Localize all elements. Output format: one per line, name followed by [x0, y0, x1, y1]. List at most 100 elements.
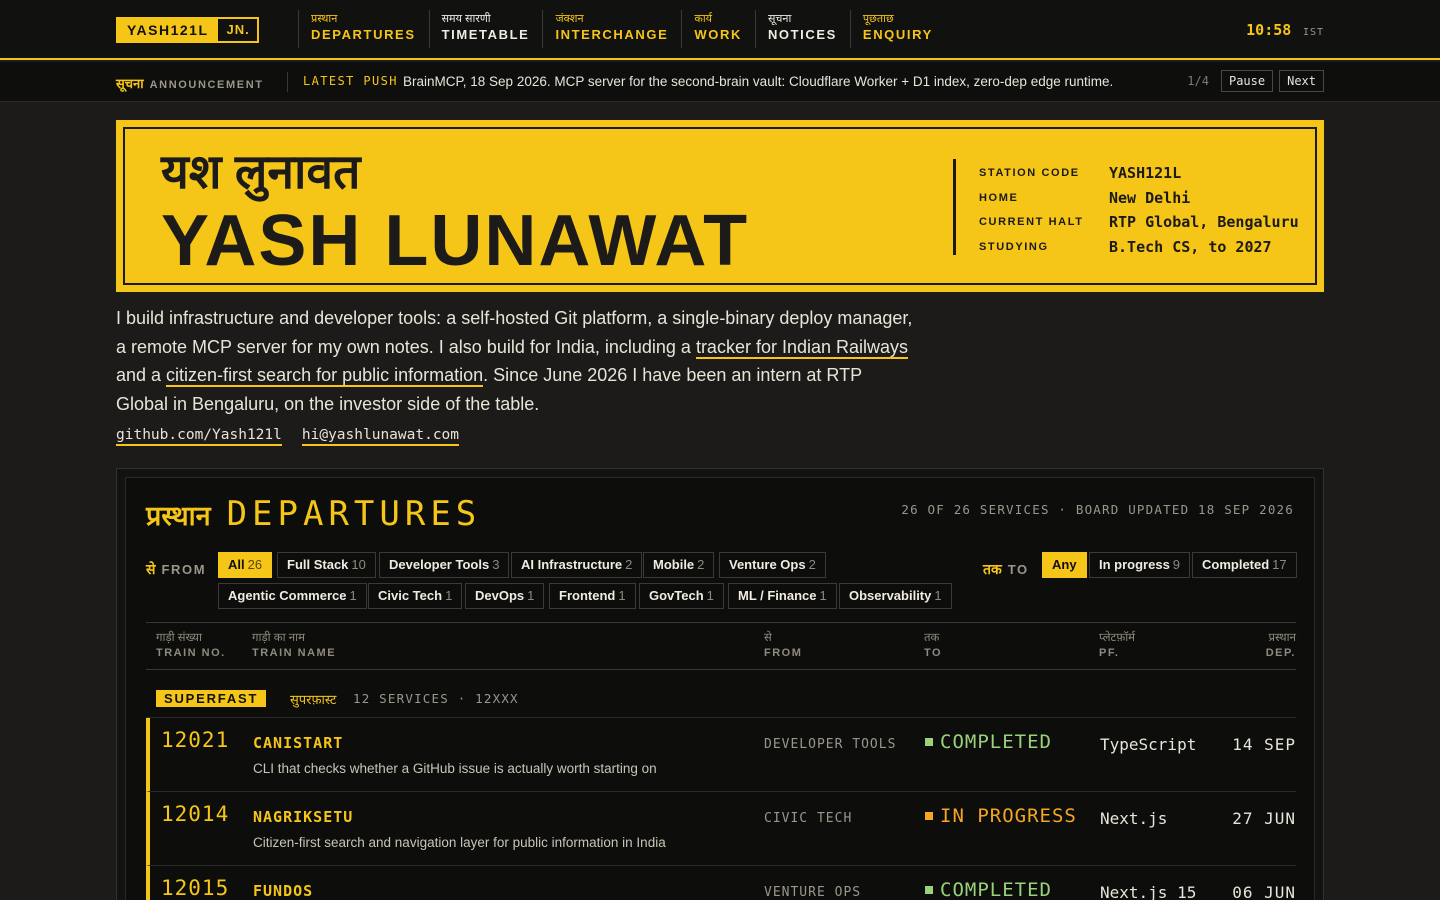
- status-indicator-icon: [925, 738, 933, 746]
- filter-ai-infrastructure[interactable]: AI Infrastructure 2: [511, 552, 643, 578]
- filter-developer-tools[interactable]: Developer Tools 3: [379, 552, 510, 578]
- clock: 10:58 IST: [1246, 20, 1324, 39]
- filter-full-stack[interactable]: Full Stack 10: [277, 552, 376, 578]
- main-nav: प्रस्थान DEPARTURES समय सारणी TIMETABLE …: [298, 10, 946, 48]
- filter-civic-tech[interactable]: Civic Tech 1: [368, 583, 463, 609]
- email-link[interactable]: hi@yashlunawat.com: [301, 427, 460, 446]
- board-status: 26 OF 26 SERVICES · BOARD UPDATED 18 SEP…: [901, 502, 1294, 517]
- hero-frame: यश लुनावत YASH LUNAWAT STATION CODE YASH…: [123, 127, 1317, 285]
- brand-name: YASH121L: [118, 19, 218, 41]
- train-no: 12015: [161, 876, 230, 900]
- meta-value: New Delhi: [1109, 188, 1191, 207]
- section-badge: SUPERFAST: [156, 690, 267, 707]
- col-label-hi: गाड़ी संख्या: [156, 632, 202, 644]
- name-hindi: यश लुनावत: [161, 146, 361, 199]
- meta-station-code: STATION CODE YASH121L: [979, 161, 1299, 186]
- nav-label: ENQUIRY: [862, 27, 933, 42]
- chip-count: 1: [934, 588, 942, 603]
- col-label: TRAIN NAME: [252, 647, 337, 659]
- chip-count: 2: [697, 557, 705, 572]
- hero-divider: [953, 159, 956, 255]
- announcement-bar: सूचना ANNOUNCEMENT LATEST PUSH BrainMCP, …: [0, 62, 1440, 102]
- filter-mobile[interactable]: Mobile 2: [643, 552, 715, 578]
- brand-logo[interactable]: YASH121L JN.: [116, 17, 259, 43]
- pause-button[interactable]: Pause: [1220, 70, 1274, 92]
- col-to: तक TO: [924, 631, 942, 661]
- nav-timetable[interactable]: समय सारणी TIMETABLE: [428, 10, 543, 48]
- chip-label: Frontend: [559, 588, 616, 603]
- train-name: CANISTART: [253, 734, 344, 752]
- col-label-hi: गाड़ी का नाम: [252, 632, 306, 644]
- chip-count: 1: [819, 588, 827, 603]
- nav-label: DEPARTURES: [311, 27, 416, 42]
- col-train-no: गाड़ी संख्या TRAIN NO.: [156, 631, 226, 661]
- chip-label: In progress: [1099, 557, 1170, 572]
- meta-key: STATION CODE: [979, 167, 1080, 180]
- train-name: NAGRIKSETU: [253, 808, 354, 826]
- train-no: 12021: [161, 728, 230, 752]
- hero-sign: यश लुनावत YASH LUNAWAT STATION CODE YASH…: [116, 120, 1324, 292]
- filter-all[interactable]: All 26: [218, 552, 273, 578]
- station-meta: STATION CODE YASH121L HOME New Delhi CUR…: [979, 161, 1299, 259]
- col-label-hi: तक: [924, 632, 940, 644]
- table-row[interactable]: 12021 CANISTART CLI that checks whether …: [146, 718, 1296, 792]
- top-nav: YASH121L JN. प्रस्थान DEPARTURES समय सार…: [0, 0, 1440, 60]
- announcement-label-en: ANNOUNCEMENT: [149, 79, 264, 91]
- col-train-name: गाड़ी का नाम TRAIN NAME: [252, 631, 336, 661]
- from-label-en: FROM: [161, 562, 207, 577]
- col-platform: प्लेटफ़ॉर्म PF.: [1099, 631, 1135, 661]
- chip-label: Developer Tools: [389, 557, 490, 572]
- table-row[interactable]: 12014 NAGRIKSETU Citizen-first search an…: [146, 792, 1296, 866]
- status-filter-in-progress[interactable]: In progress 9: [1089, 552, 1191, 578]
- filter-venture-ops[interactable]: Venture Ops 2: [719, 552, 826, 578]
- nav-enquiry[interactable]: पूछताछ ENQUIRY: [849, 10, 946, 48]
- col-from: से FROM: [764, 631, 802, 661]
- status-indicator-icon: [925, 886, 933, 894]
- train-departure: 14 SEP: [1232, 735, 1296, 754]
- nav-label-hi: कार्य: [694, 13, 713, 25]
- nav-notices[interactable]: सूचना NOTICES: [754, 10, 850, 48]
- col-label-hi: प्लेटफ़ॉर्म: [1099, 632, 1136, 644]
- train-status: COMPLETED: [925, 879, 1052, 900]
- nav-label: WORK: [694, 27, 742, 42]
- announcement-text[interactable]: BrainMCP, 18 Sep 2026. MCP server for th…: [403, 74, 1113, 89]
- nav-work[interactable]: कार्य WORK: [681, 10, 755, 48]
- train-no: 12014: [161, 802, 230, 826]
- clock-time: 10:58: [1246, 21, 1292, 39]
- chip-label: Any: [1052, 557, 1077, 572]
- railways-tracker-link[interactable]: tracker for Indian Railways: [695, 336, 909, 359]
- announcement-label-hi: सूचना: [116, 76, 144, 91]
- filter-observability[interactable]: Observability 1: [839, 583, 952, 609]
- status-filter-completed[interactable]: Completed 17: [1192, 552, 1297, 578]
- nav-label-hi: पूछताछ: [862, 13, 894, 25]
- train-departure: 27 JUN: [1232, 809, 1296, 828]
- filter-agentic-commerce[interactable]: Agentic Commerce 1: [218, 583, 367, 609]
- chip-label: Observability: [849, 588, 932, 603]
- meta-key: STUDYING: [979, 240, 1049, 253]
- chip-label: AI Infrastructure: [521, 557, 623, 572]
- nav-label-hi: जंक्शन: [555, 13, 584, 25]
- board-title-hi: प्रस्थान: [146, 501, 211, 531]
- github-link[interactable]: github.com/Yash121l: [116, 427, 282, 446]
- status-filter-any[interactable]: Any: [1042, 552, 1087, 578]
- chip-label: GovTech: [649, 588, 704, 603]
- nav-departures[interactable]: प्रस्थान DEPARTURES: [298, 10, 429, 48]
- train-platform: Next.js 15: [1100, 883, 1197, 900]
- to-label-hi: तक: [983, 561, 1002, 577]
- next-button[interactable]: Next: [1279, 70, 1324, 92]
- train-status: COMPLETED: [925, 731, 1052, 753]
- table-row[interactable]: 12015 FUNDOS VENTURE OPS COMPLETED Next.…: [146, 866, 1296, 900]
- chip-label: Full Stack: [287, 557, 349, 572]
- chip-count: 3: [492, 557, 500, 572]
- nav-label: INTERCHANGE: [555, 27, 669, 42]
- announcement-controls: 1/4 Pause Next: [1187, 70, 1324, 92]
- filter-ml-finance[interactable]: ML / Finance 1: [728, 583, 837, 609]
- col-label: PF.: [1099, 647, 1120, 659]
- filter-devops[interactable]: DevOps 1: [465, 583, 545, 609]
- bio-text: and a: [116, 365, 167, 385]
- col-label: TO: [924, 647, 943, 659]
- citizen-search-link[interactable]: citizen-first search for public informat…: [166, 365, 484, 387]
- filter-govtech[interactable]: GovTech 1: [639, 583, 724, 609]
- filter-frontend[interactable]: Frontend 1: [549, 583, 636, 609]
- nav-interchange[interactable]: जंक्शन INTERCHANGE: [542, 10, 681, 48]
